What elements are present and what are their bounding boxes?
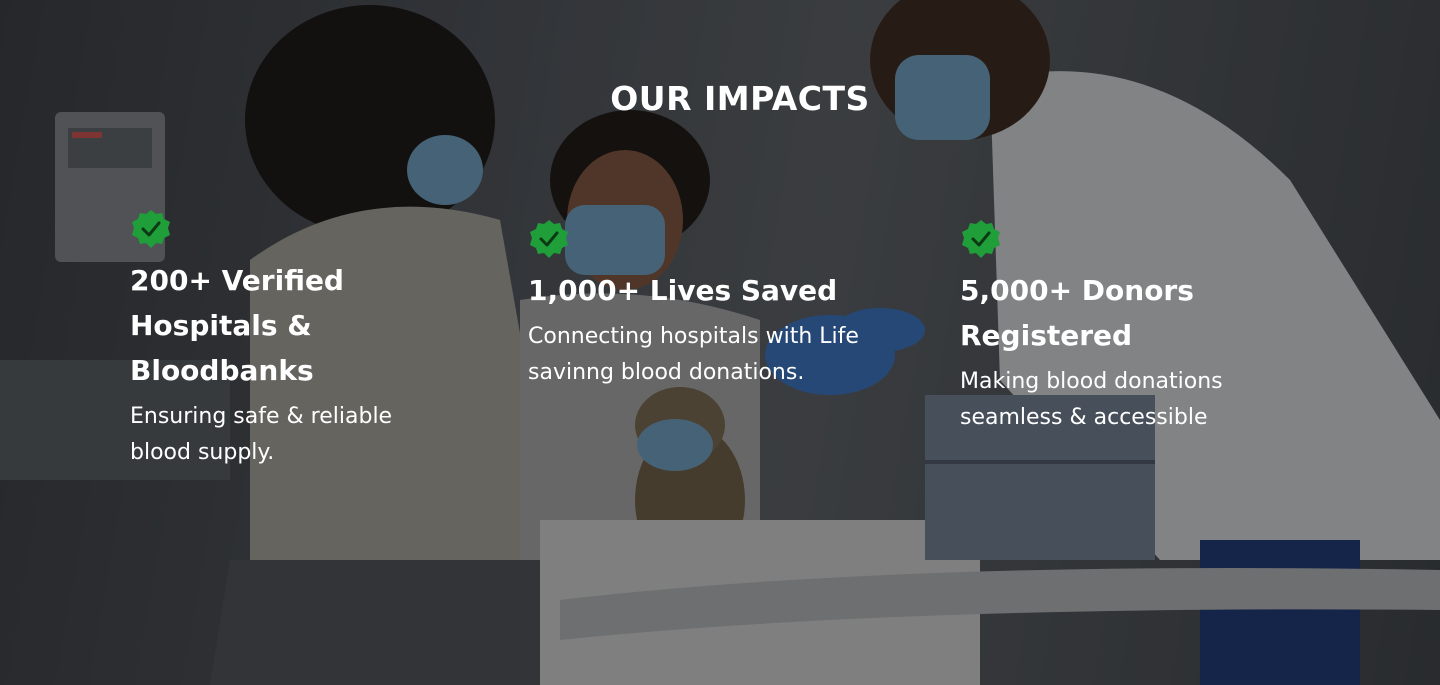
verified-check-badge-icon bbox=[962, 220, 1000, 258]
impact-description: Ensuring safe & reliable blood supply. bbox=[130, 404, 393, 465]
impact-card-lives: 1,000+ Lives Saved Connecting hospitals … bbox=[528, 218, 868, 391]
impact-card-donors: 5,000+ Donors Registered Making blood do… bbox=[960, 218, 1280, 436]
impact-description: Connecting hospitals with Life savinng b… bbox=[528, 324, 859, 385]
impact-card-hospitals: 200+ Verified Hospitals & Bloodbanks Ens… bbox=[130, 208, 430, 471]
impact-description: Making blood donations seamless & access… bbox=[960, 369, 1223, 430]
impacts-section: OUR IMPACTS 200+ Verified Hospitals & Bl… bbox=[0, 0, 1440, 685]
impact-heading: 1,000+ Lives Saved bbox=[528, 274, 838, 307]
impact-heading: 5,000+ Donors Registered bbox=[960, 274, 1194, 352]
verified-check-badge-icon bbox=[132, 210, 170, 248]
verified-check-badge-icon bbox=[530, 220, 568, 258]
impact-heading: 200+ Verified Hospitals & Bloodbanks bbox=[130, 264, 344, 387]
section-title: OUR IMPACTS bbox=[610, 79, 870, 119]
